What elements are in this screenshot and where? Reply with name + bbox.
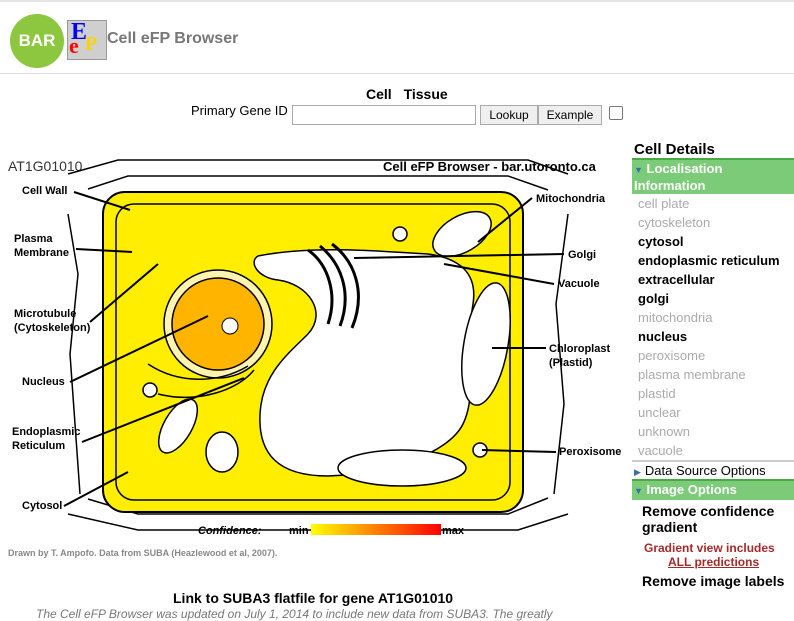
remove-labels-option[interactable]: Remove image labels: [642, 573, 794, 589]
loc-item: cytosol: [638, 234, 684, 249]
nav-tissue[interactable]: Tissue: [404, 86, 448, 102]
label-er-2: Reticulum: [12, 440, 65, 452]
label-cell-wall: Cell Wall: [22, 185, 67, 197]
confidence-gradient: [311, 524, 441, 535]
collapsed-triangle-icon: ▶: [634, 467, 641, 477]
label-er-1: Endoplasmic: [12, 426, 80, 438]
diagram-title: Cell eFP Browser - bar.utoronto.ca: [383, 159, 597, 174]
label-vacuole: Vacuole: [558, 278, 600, 290]
cell-diagram: Cell eFP Browser - bar.utoronto.ca Cell …: [12, 159, 621, 537]
expand-triangle-icon: ▼: [634, 486, 643, 496]
nav-cell[interactable]: Cell: [366, 86, 392, 102]
site-header: BAR E e P Cell eFP Browser: [10, 14, 410, 70]
confidence-label: Confidence:: [198, 525, 262, 537]
data-source-options-toggle[interactable]: ▶ Data Source Options: [632, 460, 794, 479]
gradient-view-text: Gradient view includes: [644, 541, 775, 555]
label-microtubule-1: Microtubule: [14, 308, 76, 320]
peroxisome-left[interactable]: [142, 382, 158, 398]
suba3-link[interactable]: Link to SUBA3 flatfile for gene AT1G0101…: [173, 590, 453, 606]
image-options-label: Image Options: [646, 482, 737, 497]
gradient-view-link[interactable]: Gradient view includes ALL predictions: [644, 541, 794, 569]
peroxisome-top[interactable]: [392, 226, 408, 242]
option-checkbox[interactable]: [609, 106, 623, 120]
label-peroxisome: Peroxisome: [559, 446, 621, 458]
mitochondrion-small[interactable]: [205, 431, 239, 473]
label-plasma-membrane-2: Membrane: [14, 247, 69, 259]
loc-item: mitochondria: [638, 310, 713, 325]
label-chloroplast-1: Chloroplast: [549, 343, 610, 355]
view-nav: Cell Tissue: [366, 86, 456, 102]
confidence-max: max: [442, 525, 465, 537]
loc-item: plastid: [638, 386, 676, 401]
bar-logo[interactable]: BAR: [10, 14, 64, 68]
data-source-options-label: Data Source Options: [644, 463, 766, 478]
label-microtubule-2: (Cytoskeleton): [14, 322, 91, 334]
loc-item: unknown: [638, 424, 691, 439]
label-cytosol: Cytosol: [22, 500, 62, 512]
lookup-button[interactable]: Lookup: [480, 105, 538, 125]
loc-item: peroxisome: [638, 348, 706, 363]
loc-item: golgi: [638, 291, 670, 306]
efp-logo[interactable]: E e P: [67, 20, 107, 60]
example-button[interactable]: Example: [538, 105, 602, 125]
confidence-min: min: [289, 525, 309, 537]
remove-confidence-option[interactable]: Remove confidence gradient: [642, 503, 794, 535]
loc-item: nucleus: [638, 329, 688, 344]
loc-item: extracellular: [638, 272, 715, 287]
image-credit: Drawn by T. Ampofo. Data from SUBA (Heaz…: [8, 548, 278, 558]
nucleolus: [221, 317, 239, 335]
localisation-header-label: Localisation Information: [634, 161, 723, 193]
app-title: Cell eFP Browser: [107, 30, 239, 47]
efp-logo-letter-p: P: [85, 33, 98, 55]
chloroplast-lower[interactable]: [337, 449, 467, 487]
loc-item: vacuole: [638, 443, 683, 458]
header-divider: [0, 73, 794, 74]
expand-triangle-icon: ▼: [634, 165, 643, 175]
label-plasma-membrane-1: Plasma: [14, 233, 53, 245]
loc-item: plasma membrane: [638, 367, 746, 382]
update-note: The Cell eFP Browser was updated on July…: [36, 607, 553, 621]
loc-item: unclear: [638, 405, 681, 420]
loc-item: cell plate: [638, 196, 690, 211]
cell-details-panel: Cell Details ▼ Localisation Information …: [632, 141, 794, 589]
cell-details-title: Cell Details: [634, 141, 715, 158]
localisation-list: cell plate cytoskeleton cytosol endoplas…: [632, 194, 794, 460]
gene-id-label: Primary Gene ID: [191, 103, 288, 118]
loc-item: endoplasmic reticulum: [638, 253, 780, 268]
localisation-header[interactable]: ▼ Localisation Information: [632, 158, 794, 194]
loc-item: cytoskeleton: [638, 215, 711, 230]
top-border: [0, 0, 794, 2]
nucleus[interactable]: [171, 277, 265, 371]
label-mitochondria: Mitochondria: [536, 193, 606, 205]
all-predictions-link[interactable]: ALL predictions: [668, 555, 794, 569]
image-options-header[interactable]: ▼ Image Options: [632, 479, 794, 500]
gene-id-input[interactable]: [292, 105, 476, 125]
label-chloroplast-2: (Plastid): [549, 357, 593, 369]
efp-logo-letter-e: e: [69, 33, 79, 58]
label-golgi: Golgi: [568, 249, 596, 261]
label-nucleus: Nucleus: [22, 376, 65, 388]
